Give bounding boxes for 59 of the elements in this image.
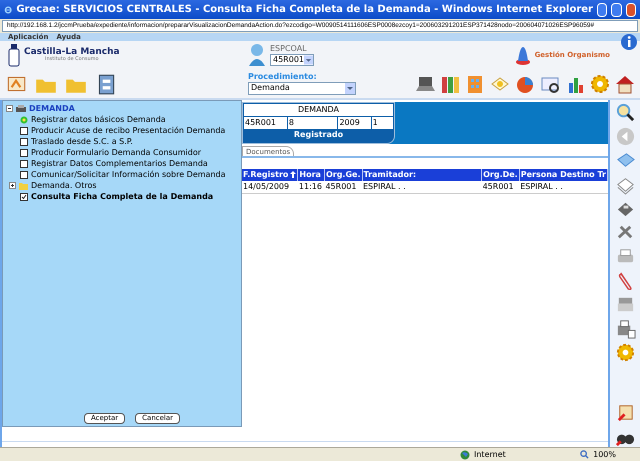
checkbox[interactable] [20,192,28,200]
table-cell: 45R001 [324,181,362,194]
column-header[interactable]: F.Registro [243,170,288,179]
record-status: Registrado [292,129,344,141]
table-cell: 45R001 [482,181,520,194]
checkbox[interactable] [20,148,28,156]
column-header[interactable]: Hora [299,170,321,179]
sort-arrow-icon[interactable] [290,171,296,178]
gear-icon[interactable] [589,72,611,94]
task-item[interactable]: Producir Formulario Demanda Consumidor [31,146,202,158]
zoom-level[interactable]: 100% [593,448,616,460]
checkbox[interactable] [20,126,28,134]
collapse-icon[interactable] [6,105,13,112]
checkbox[interactable] [20,160,28,168]
column-header[interactable]: Org.De. [483,170,518,179]
task-icon [20,116,28,124]
task-item[interactable]: Demanda. Otros [31,180,97,192]
logo-title: Castilla-La Mancha [24,48,120,57]
info-icon[interactable] [620,33,638,51]
browser-icon [4,4,12,16]
task-item[interactable]: Traslado desde S.C. a S.P. [31,136,133,148]
table-cell: ESPIRAL . . [362,181,482,194]
checkbox[interactable] [20,138,28,146]
table-cell: ESPIRAL . . [519,181,608,194]
table-cell: 11:16 [298,181,324,194]
column-header[interactable]: Org.Ge. [326,170,360,179]
record-field: 1 [372,117,393,129]
record-field: 45R001 [244,117,287,129]
close-button[interactable] [626,2,636,16]
checkbox[interactable] [20,170,28,178]
globe-icon [460,450,470,460]
tree-root[interactable]: DEMANDA [29,102,75,114]
security-zone: Internet [474,448,506,460]
task-item[interactable]: Producir Acuse de recibo Presentación Demanda [31,124,226,136]
task-item[interactable]: Registrar Datos Complementarios Demanda [31,158,208,170]
record-title: DEMANDA [244,104,393,116]
zoom-icon[interactable] [580,450,590,459]
record-field: 8 [288,117,338,129]
computer-icon [15,104,27,113]
table-cell: 14/05/2009 [242,181,298,194]
gear-icon[interactable] [614,342,636,363]
procedure-label: Procedimiento: [248,72,318,80]
folder-icon [19,182,28,190]
logo-icon [514,45,531,65]
user-name: ESPCOAL [270,44,308,52]
expand-icon[interactable] [9,182,16,189]
minimize-button[interactable] [596,2,608,16]
column-header[interactable]: Tramitador: [364,170,416,179]
record-field: 2009 [338,117,371,129]
column-header[interactable]: Persona Destino Tr [520,170,606,179]
task-item[interactable]: Comunicar/Solicitar Información sobre Demanda [31,168,226,180]
search-icon[interactable] [614,102,636,123]
maximize-button[interactable] [611,2,622,16]
task-item[interactable]: Registrar datos básicos Demanda [31,114,166,126]
office-select[interactable]: 45R001 [270,54,314,66]
task-item[interactable]: Consulta Ficha Completa de la Demanda [31,190,214,202]
user-icon [248,43,266,67]
window-title: Grecae: SERVICIOS CENTRALES - Consulta Ficha Completa de la Demanda - Windows Internet Explorer [16,3,593,17]
procedure-select[interactable]: Demanda [248,82,356,94]
